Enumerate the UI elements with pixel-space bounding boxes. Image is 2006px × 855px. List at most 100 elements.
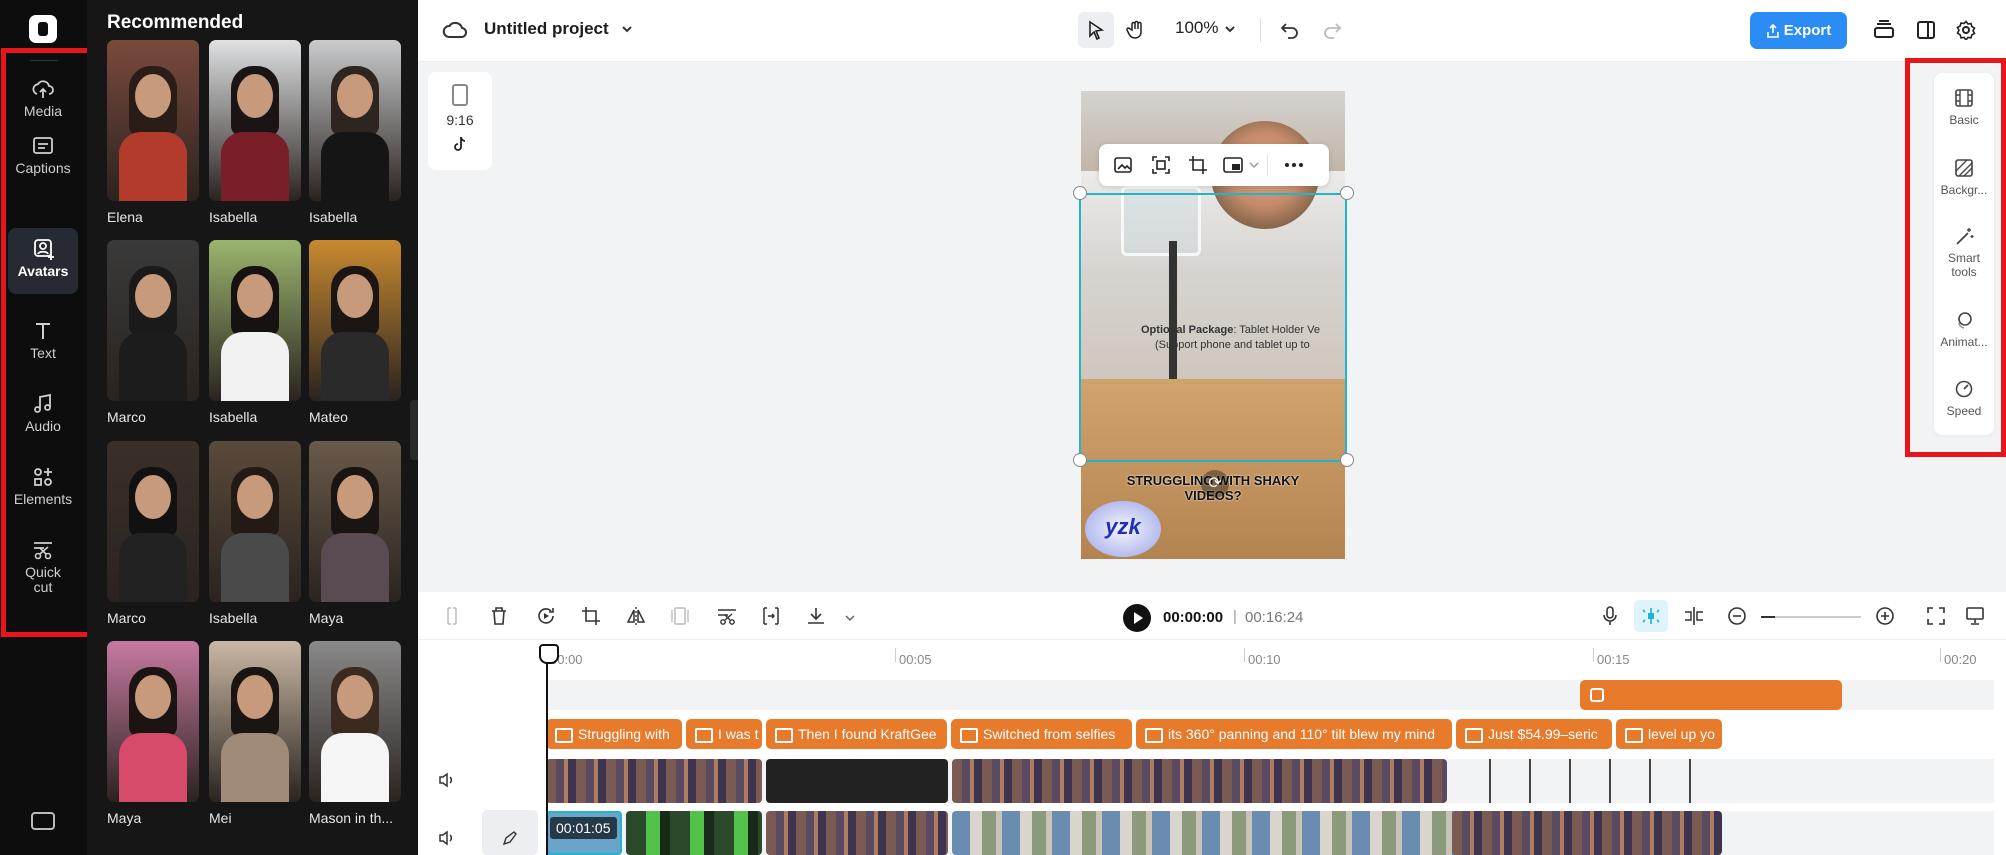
rail-item-avatars[interactable]: Avatars <box>8 228 78 294</box>
record-voice-button[interactable] <box>1598 604 1622 628</box>
canvas-stage[interactable]: 9:16 Optional Package: Tablet Holder Ve … <box>418 62 2006 592</box>
avatar-tile[interactable]: Isabella <box>209 240 301 425</box>
avatar-tile[interactable]: Elena <box>107 40 199 225</box>
crop-icon[interactable] <box>1188 155 1208 175</box>
captions-icon <box>33 137 53 154</box>
layers-button[interactable] <box>1866 12 1902 48</box>
prop-speed[interactable]: Speed <box>1934 380 1994 418</box>
freeze-frame-button[interactable] <box>668 604 692 628</box>
chevron-down-icon[interactable] <box>845 614 855 622</box>
avatar-icon <box>34 239 54 260</box>
cloud-upload-icon <box>32 80 54 98</box>
rail-item-text[interactable]: Text <box>8 310 78 376</box>
prop-smart-tools[interactable]: Smart tools <box>1934 227 1994 279</box>
text-clip[interactable] <box>1580 680 1842 710</box>
resize-handle-top-right[interactable] <box>1340 186 1354 200</box>
rotate-handle[interactable]: ⟳ <box>1201 470 1229 498</box>
cover-edit-button[interactable] <box>482 810 538 855</box>
video-clip[interactable] <box>546 759 762 803</box>
resize-handle-bottom-left[interactable] <box>1073 453 1087 467</box>
hand-tool-button[interactable] <box>1118 12 1154 48</box>
redo-button[interactable] <box>1314 12 1350 48</box>
rail-item-quick-cut[interactable]: Quick cut <box>8 529 78 607</box>
picture-in-picture-icon[interactable] <box>1223 155 1245 175</box>
rail-item-captions[interactable]: Captions <box>8 125 78 191</box>
prop-animation[interactable]: Animat... <box>1934 311 1994 349</box>
crop-button[interactable] <box>579 604 603 628</box>
play-button[interactable] <box>1123 604 1151 632</box>
fit-frame-icon[interactable] <box>1151 155 1171 175</box>
video-clip[interactable] <box>766 759 948 803</box>
rail-item-audio[interactable]: Audio <box>8 383 78 449</box>
time-ruler[interactable]: 00:00 00:05 00:10 00:15 00:20 <box>418 648 2006 670</box>
resize-handle-bottom-right[interactable] <box>1340 453 1354 467</box>
select-tool-button[interactable] <box>1078 12 1114 48</box>
panel-collapse-handle[interactable] <box>410 400 418 460</box>
caption-clip[interactable]: Just $54.99–seric <box>1456 719 1612 749</box>
settings-button[interactable] <box>1948 12 1984 48</box>
caption-clip[interactable]: Then I found KraftGee <box>766 719 947 749</box>
zoom-out-button[interactable] <box>1725 604 1749 628</box>
undo-button[interactable] <box>1272 12 1308 48</box>
fullscreen-button[interactable] <box>1924 604 1948 628</box>
video-clip[interactable] <box>766 811 948 855</box>
timeline-zoom-slider[interactable] <box>1761 616 1861 618</box>
loop-button[interactable] <box>534 604 558 628</box>
cloud-sync-icon[interactable] <box>442 20 468 40</box>
avatar-tile[interactable]: Mateo <box>309 240 401 425</box>
music-note-icon <box>34 393 51 413</box>
video-clip[interactable] <box>626 811 762 855</box>
avatar-tile[interactable]: Maya <box>309 441 401 626</box>
selection-box[interactable] <box>1079 193 1347 462</box>
replay-icon <box>538 608 554 624</box>
avatar-tile[interactable]: Marco <box>107 441 199 626</box>
export-button[interactable]: Export <box>1750 12 1847 49</box>
avatar-clothing <box>221 733 289 802</box>
aspect-ratio-card[interactable]: 9:16 <box>428 72 492 170</box>
caption-clip[interactable]: Struggling with <box>546 719 682 749</box>
flip-button[interactable] <box>624 604 648 628</box>
zoom-chevron-down-icon[interactable] <box>1224 23 1236 35</box>
remove-background-button[interactable] <box>715 604 739 628</box>
zoom-level[interactable]: 100% <box>1175 18 1218 38</box>
playhead[interactable] <box>539 644 559 855</box>
caption-clip[interactable]: I was t <box>686 719 762 749</box>
delete-button[interactable] <box>487 604 511 628</box>
zoom-in-button[interactable] <box>1873 604 1897 628</box>
caption-clip[interactable]: its 360° panning and 110° tilt blew my m… <box>1136 719 1452 749</box>
avatar-tile[interactable]: Mason in th... <box>309 641 401 826</box>
rail-item-elements[interactable]: Elements <box>8 456 78 522</box>
video-clip[interactable] <box>952 759 1447 803</box>
speaker-icon[interactable] <box>438 772 456 788</box>
avatar-tile[interactable]: Isabella <box>309 40 401 225</box>
avatar-tile[interactable]: Mei <box>209 641 301 826</box>
split-track-button[interactable] <box>1682 604 1706 628</box>
caption-clip[interactable]: level up yo <box>1616 719 1722 749</box>
split-button[interactable] <box>440 604 464 628</box>
caption-clip[interactable]: Switched from selfies <box>951 719 1132 749</box>
resize-handle-top-left[interactable] <box>1073 186 1087 200</box>
project-title[interactable]: Untitled project <box>484 19 609 39</box>
layout-toggle-button[interactable] <box>1908 12 1944 48</box>
auto-snap-button[interactable] <box>1634 600 1668 632</box>
download-button[interactable] <box>804 604 828 628</box>
avatar-thumbnail <box>309 641 401 802</box>
avatar-tile[interactable]: Isabella <box>209 441 301 626</box>
avatar-tile[interactable]: Marco <box>107 240 199 425</box>
replace-image-icon[interactable] <box>1113 155 1133 175</box>
prop-basic[interactable]: Basic <box>1934 89 1994 127</box>
prop-background[interactable]: Backgr... <box>1934 159 1994 197</box>
video-clip[interactable] <box>1452 811 1722 855</box>
portrait-icon <box>452 84 468 106</box>
keyboard-shortcuts-icon[interactable] <box>31 812 55 830</box>
trim-button[interactable] <box>759 604 783 628</box>
chevron-down-icon[interactable] <box>620 22 634 36</box>
more-options-icon[interactable] <box>1284 162 1304 168</box>
preview-mode-button[interactable] <box>1963 604 1987 628</box>
avatar-tile[interactable]: Maya <box>107 641 199 826</box>
app-logo[interactable] <box>29 15 57 43</box>
avatar-tile[interactable]: Isabella <box>209 40 301 225</box>
waveform-clip[interactable] <box>1451 759 1721 803</box>
chevron-down-icon[interactable] <box>1249 161 1259 169</box>
speaker-icon[interactable] <box>438 830 456 846</box>
